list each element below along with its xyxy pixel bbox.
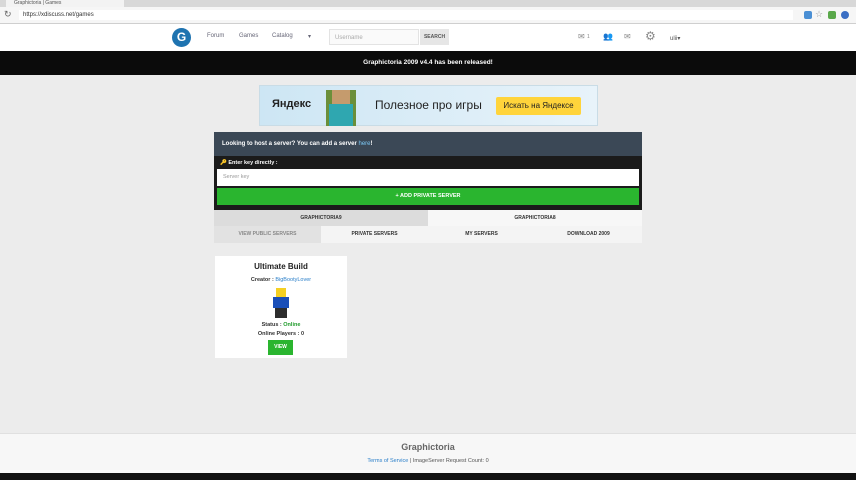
server-players: Online Players : 0 bbox=[215, 331, 347, 337]
creator-link[interactable]: BigBootyLover bbox=[275, 277, 311, 283]
server-key-input[interactable]: Server key bbox=[217, 169, 639, 186]
gear-icon[interactable]: ⚙ bbox=[645, 29, 656, 43]
view-server-button[interactable]: VIEW bbox=[268, 340, 293, 355]
host-here-link[interactable]: here bbox=[359, 141, 371, 147]
nav-forum-link[interactable]: Forum bbox=[207, 33, 224, 39]
nav-games-link[interactable]: Games bbox=[239, 33, 258, 39]
ad-brand: Яндекс bbox=[272, 98, 312, 110]
host-server-prompt: Looking to host a server? You can add a … bbox=[214, 132, 642, 156]
browser-tab-bar: Graphictoria | Games bbox=[0, 0, 856, 7]
server-key-panel: 🔑 Enter key directly : Server key + ADD … bbox=[214, 156, 642, 210]
host-prompt-tail: ! bbox=[370, 141, 373, 147]
server-title: Ultimate Build bbox=[254, 262, 308, 271]
tab-download-2009[interactable]: DOWNLOAD 2009 bbox=[535, 226, 642, 243]
site-header: G Forum Games Catalog ▾ Username SEARCH … bbox=[0, 24, 856, 52]
logo-icon[interactable]: G bbox=[172, 28, 191, 47]
key-label-text: Enter key directly : bbox=[228, 160, 278, 166]
status-label: Status : bbox=[261, 322, 284, 328]
search-button[interactable]: SEARCH bbox=[420, 29, 449, 45]
players-label: Online Players : bbox=[257, 331, 302, 337]
ad-character-image bbox=[326, 90, 356, 126]
user-menu[interactable]: ulii▾ bbox=[670, 35, 680, 42]
nav-catalog-link[interactable]: Catalog bbox=[272, 33, 293, 39]
tab-graphictoria8[interactable]: GRAPHICTORIA8 bbox=[428, 210, 642, 226]
extension-icon[interactable] bbox=[828, 11, 836, 19]
translate-icon[interactable] bbox=[804, 11, 812, 19]
announcement-banner: Graphictoria 2009 v4.4 has been released… bbox=[0, 51, 856, 75]
browser-address-bar: ↻ https://xdiscuss.net/games ☆ bbox=[0, 7, 856, 24]
username-search-input[interactable]: Username bbox=[329, 29, 419, 45]
message-count: 1 bbox=[587, 34, 590, 40]
footer-links: Terms of Service | ImageServer Request C… bbox=[0, 458, 856, 464]
url-field[interactable]: https://xdiscuss.net/games bbox=[19, 10, 793, 20]
extension-icon[interactable] bbox=[841, 11, 849, 19]
add-private-server-button[interactable]: + ADD PRIVATE SERVER bbox=[217, 188, 639, 205]
ad-search-button[interactable]: Искать на Яндексе bbox=[496, 97, 581, 115]
mail-icon[interactable]: ✉ bbox=[624, 32, 631, 41]
footer: Graphictoria Terms of Service | ImageSer… bbox=[0, 433, 856, 474]
star-icon[interactable]: ☆ bbox=[815, 9, 823, 20]
server-status: Status : Online bbox=[215, 322, 347, 328]
creator-avatar bbox=[270, 288, 292, 318]
key-label: 🔑 Enter key directly : bbox=[220, 160, 278, 166]
players-value: 0 bbox=[301, 331, 305, 337]
status-value: Online bbox=[283, 322, 301, 328]
chevron-down-icon[interactable]: ▾ bbox=[308, 33, 311, 40]
footer-title: Graphictoria bbox=[401, 442, 455, 452]
tab-my-servers[interactable]: MY SERVERS bbox=[428, 226, 535, 243]
tab-private-servers[interactable]: PRIVATE SERVERS bbox=[321, 226, 428, 243]
creator-label: Creator : bbox=[250, 277, 276, 283]
friends-icon[interactable]: 👥 bbox=[603, 32, 613, 41]
terms-link[interactable]: Terms of Service bbox=[367, 458, 408, 464]
request-count: ImageServer Request Count: 0 bbox=[412, 458, 489, 464]
ad-text: Полезное про игры bbox=[375, 98, 482, 112]
tab-graphictoria9[interactable]: GRAPHICTORIA9 bbox=[214, 210, 428, 226]
browser-tab[interactable]: Graphictoria | Games bbox=[6, 0, 124, 7]
host-prompt-text: Looking to host a server? You can add a … bbox=[222, 141, 359, 147]
tab-view-public-servers[interactable]: VIEW PUBLIC SERVERS bbox=[214, 226, 321, 243]
message-icon[interactable]: ✉ bbox=[578, 32, 585, 41]
server-card: Ultimate Build Creator : BigBootyLover S… bbox=[215, 256, 347, 358]
advertisement[interactable]: Яндекс Полезное про игры Искать на Яндек… bbox=[259, 85, 598, 126]
server-creator: Creator : BigBootyLover bbox=[215, 277, 347, 283]
bottom-bar bbox=[0, 473, 856, 480]
reload-icon[interactable]: ↻ bbox=[4, 9, 12, 20]
chevron-down-icon: ▾ bbox=[677, 36, 681, 42]
